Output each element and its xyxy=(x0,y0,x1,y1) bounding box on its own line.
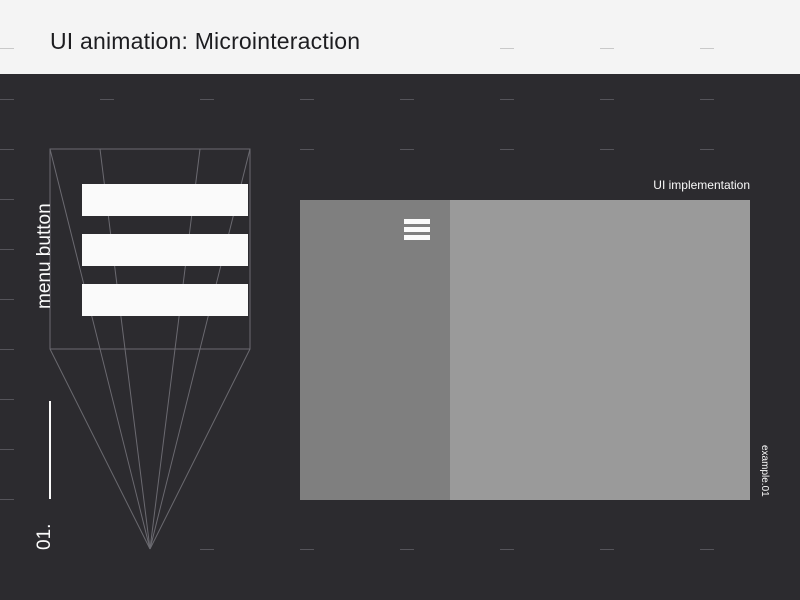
menu-bar-middle xyxy=(82,234,248,266)
preview-sidebar xyxy=(300,200,450,500)
menu-button-label: menu button xyxy=(34,203,55,309)
hamburger-line xyxy=(404,235,430,240)
hamburger-line xyxy=(404,227,430,232)
menu-bar-bottom xyxy=(82,284,248,316)
example-tag: example.01 xyxy=(759,445,770,497)
ui-implementation-label: UI implementation xyxy=(653,178,750,192)
ui-preview-screen xyxy=(300,200,750,500)
hamburger-menu-icon[interactable] xyxy=(404,219,430,241)
vertical-divider xyxy=(49,401,51,499)
example-index: 01. xyxy=(34,523,55,550)
menu-bar-top xyxy=(82,184,248,216)
hamburger-line xyxy=(404,219,430,224)
